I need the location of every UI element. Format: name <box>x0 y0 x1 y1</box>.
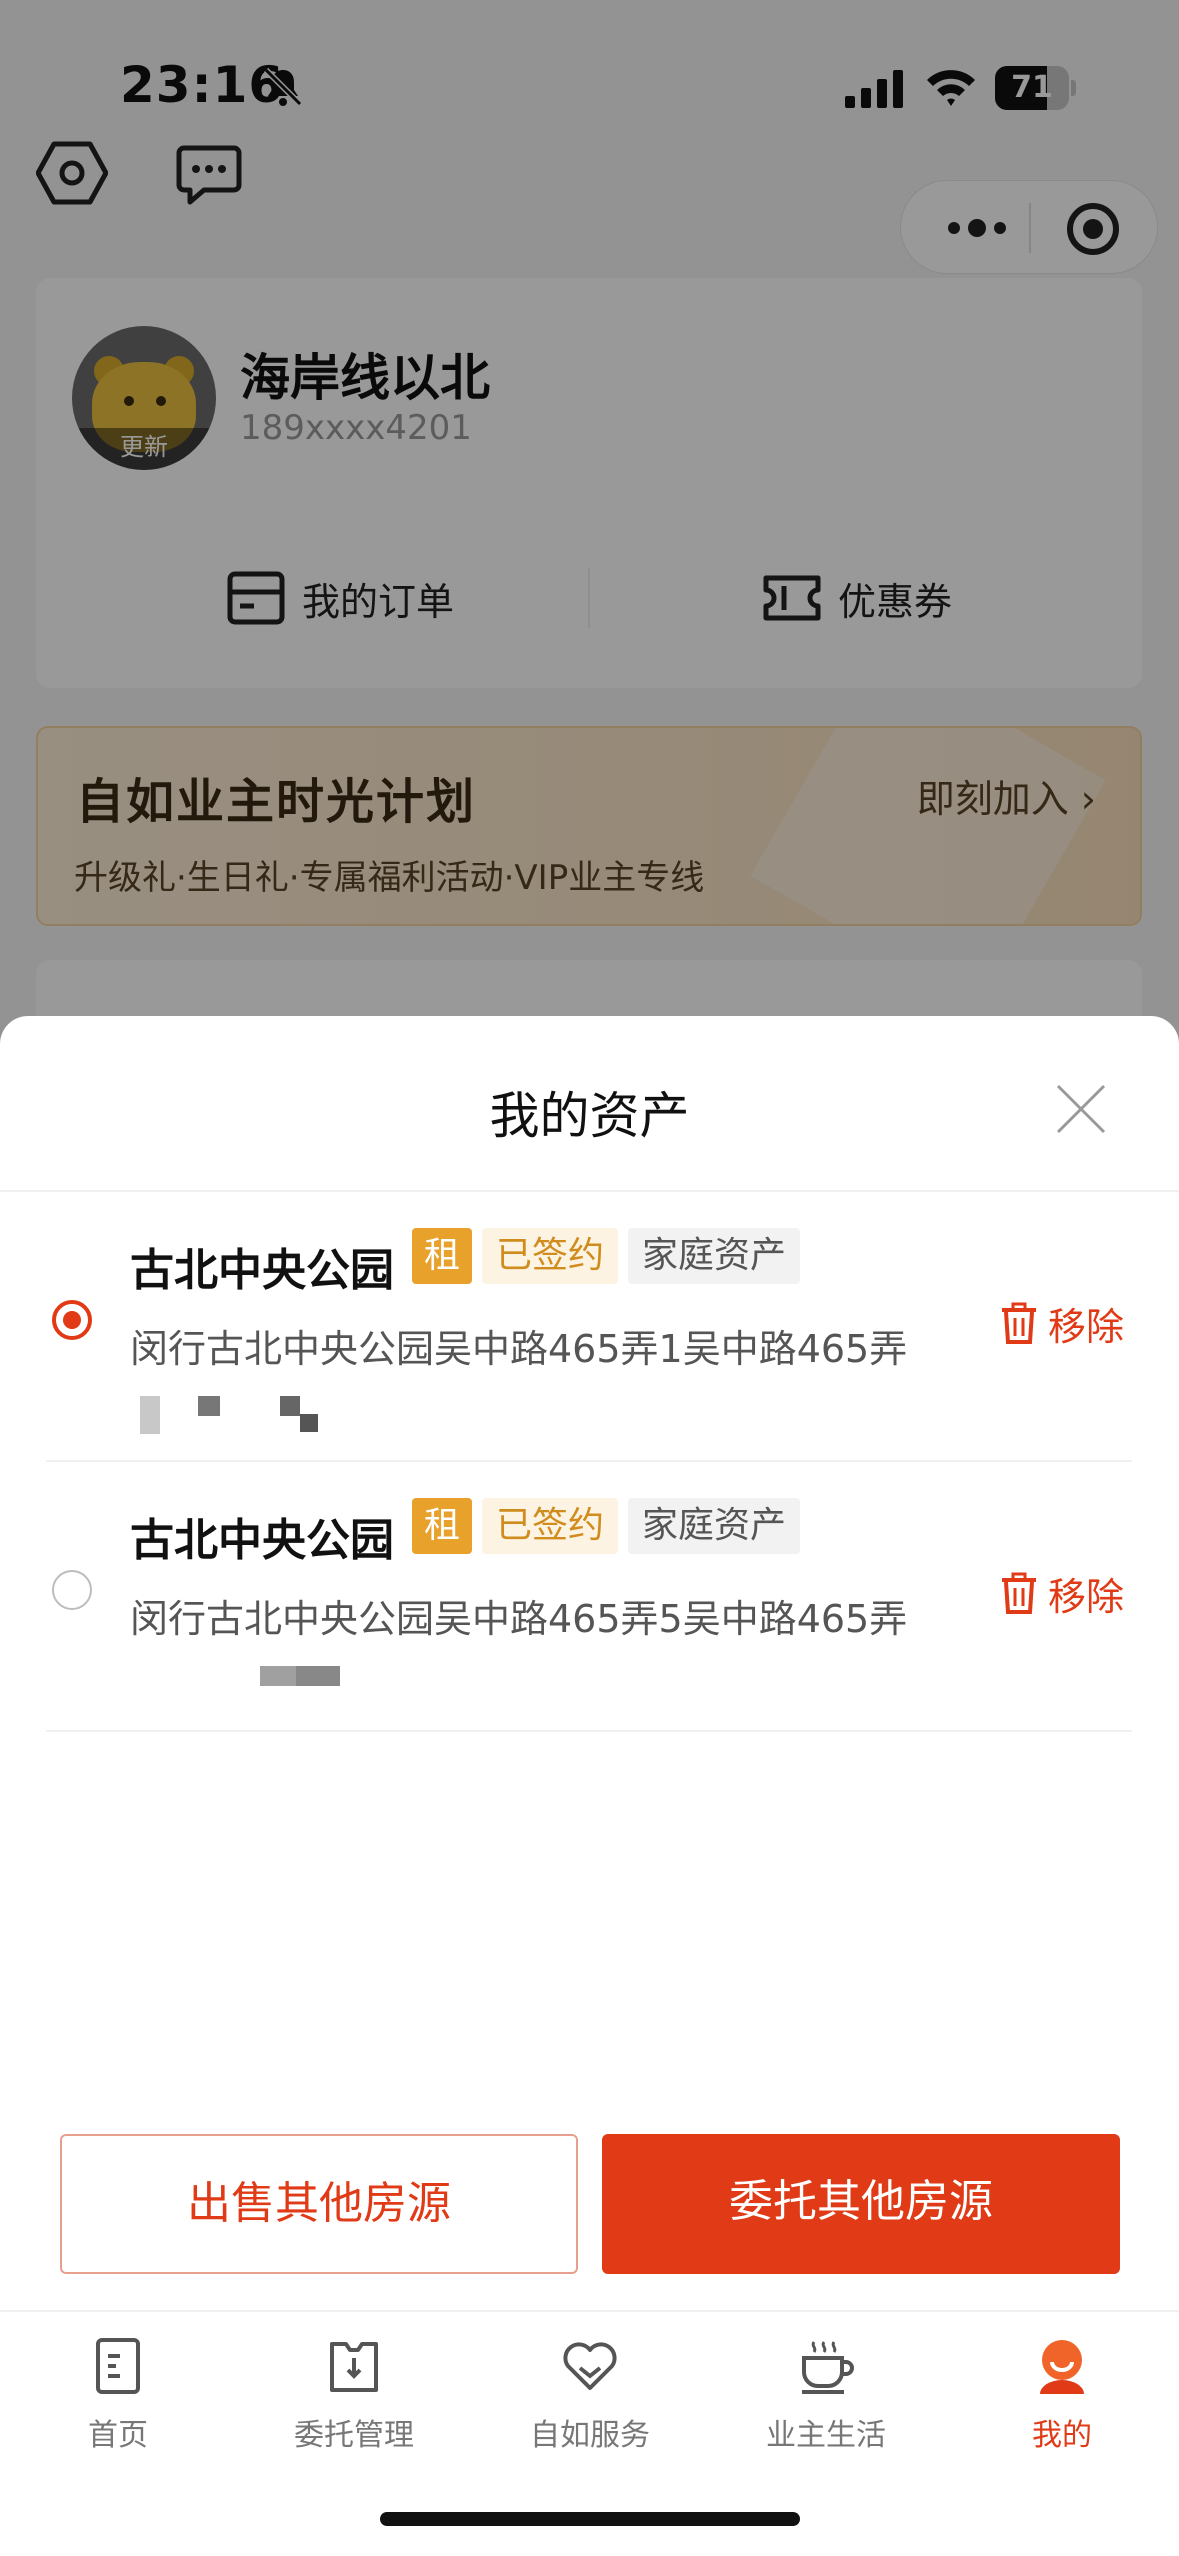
remove-asset-button[interactable]: 移除 <box>1000 1296 1124 1351</box>
asset-address: 闵行古北中央公园吴中路465弄1吴中路465弄 <box>130 1327 908 1371</box>
tab-label: 首页 <box>88 2418 148 2453</box>
tag-family-asset: 家庭资产 <box>628 1498 801 1554</box>
asset-name: 古北中央公园 <box>130 1515 394 1566</box>
tab-mine[interactable]: 我的 <box>944 2334 1179 2454</box>
tab-ziroom-service[interactable]: 自如服务 <box>472 2334 708 2454</box>
asset-address: 闵行古北中央公园吴中路465弄5吴中路465弄 <box>130 1597 908 1641</box>
asset-tags: 租 已签约 家庭资产 <box>412 1498 801 1554</box>
tag-signed: 已签约 <box>482 1228 619 1284</box>
tag-rent: 租 <box>412 1228 473 1284</box>
tab-label: 自如服务 <box>530 2418 650 2453</box>
heart-service-icon <box>563 2342 617 2390</box>
trash-icon <box>1002 1572 1036 1614</box>
tag-rent: 租 <box>412 1498 473 1554</box>
asset-tags: 租 已签约 家庭资产 <box>412 1228 801 1284</box>
home-doc-icon <box>96 2338 140 2394</box>
entrust-other-listing-button[interactable]: 委托其他房源 <box>602 2134 1120 2274</box>
tab-entrust-management[interactable]: 委托管理 <box>236 2334 472 2454</box>
tab-label: 我的 <box>1032 2418 1092 2453</box>
coffee-cup-icon <box>802 2341 854 2394</box>
profile-icon <box>1040 2340 1084 2394</box>
asset-item[interactable]: 古北中央公园 租 已签约 家庭资产 闵行古北中央公园吴中路465弄5吴中路465… <box>0 1462 1179 1732</box>
tag-signed: 已签约 <box>482 1498 619 1554</box>
tab-home[interactable]: 首页 <box>0 2334 236 2454</box>
trash-icon <box>1002 1302 1036 1344</box>
tab-label: 业主生活 <box>766 2418 886 2453</box>
sheet-title: 我的资产 <box>489 1087 690 1145</box>
close-icon[interactable] <box>1054 1082 1108 1136</box>
remove-label: 移除 <box>1048 1575 1125 1619</box>
asset-radio-unselected[interactable] <box>52 1570 92 1610</box>
entrust-icon <box>330 2342 378 2392</box>
remove-label: 移除 <box>1048 1305 1125 1349</box>
tab-label: 委托管理 <box>294 2418 414 2453</box>
tag-family-asset: 家庭资产 <box>628 1228 801 1284</box>
asset-radio-selected[interactable] <box>52 1300 92 1340</box>
asset-item[interactable]: 古北中央公园 租 已签约 家庭资产 闵行古北中央公园吴中路465弄1吴中路465… <box>0 1192 1179 1462</box>
asset-name: 古北中央公园 <box>130 1245 394 1296</box>
tab-owner-life[interactable]: 业主生活 <box>708 2334 944 2454</box>
home-indicator[interactable] <box>380 2512 800 2526</box>
sell-other-listing-button[interactable]: 出售其他房源 <box>60 2134 578 2274</box>
remove-asset-button[interactable]: 移除 <box>1000 1566 1124 1621</box>
